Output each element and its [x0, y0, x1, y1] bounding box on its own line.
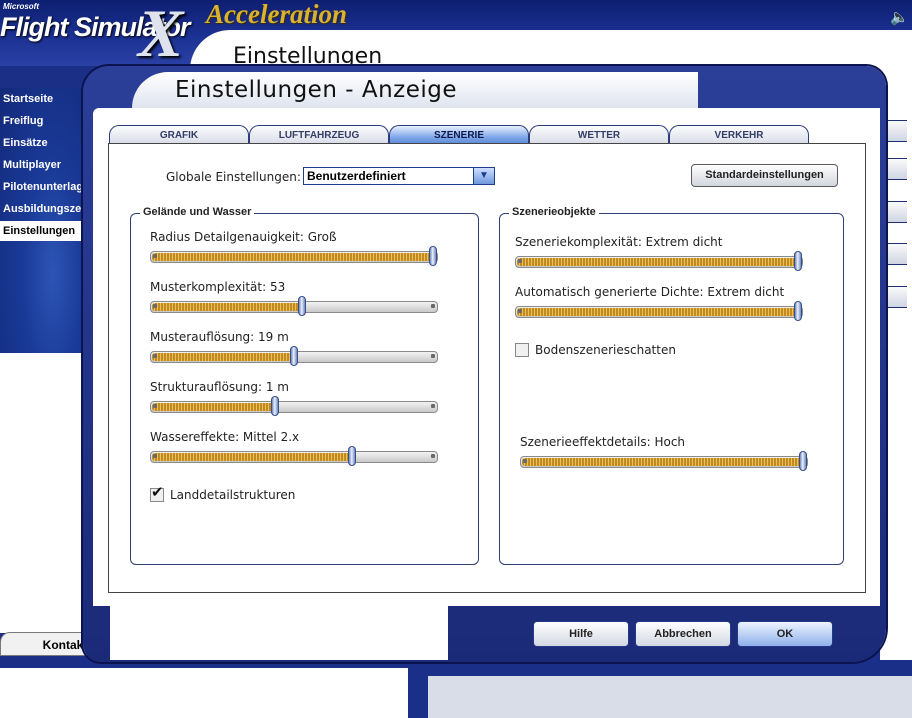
slider-end-marker [153, 304, 157, 308]
bottom-panel-right [428, 676, 912, 718]
slider-end-marker [153, 254, 157, 258]
land-detail-checkbox[interactable]: ✔ [150, 484, 164, 502]
sidebar-lower [0, 353, 88, 633]
ground-shadows-checkbox[interactable]: ✔ [515, 343, 529, 357]
dialog-footer-panel [110, 606, 448, 660]
slider-thumb[interactable] [298, 296, 307, 316]
ground-shadows-label: Bodenszenerieschatten [535, 343, 676, 357]
sidebar-item-einsaetze[interactable]: Einsätze [0, 133, 88, 153]
slider-end-marker [518, 259, 522, 263]
slider-end-marker [431, 354, 435, 358]
slider-end-marker [153, 354, 157, 358]
defaults-button[interactable]: Standardeinstellungen [691, 164, 838, 187]
global-settings-value: Benutzerdefiniert [307, 169, 406, 183]
sidebar-item-multiplayer[interactable]: Multiplayer [0, 155, 88, 175]
mesh-resolution-slider[interactable] [150, 346, 438, 366]
slider-end-marker [431, 454, 435, 458]
water-effects-slider[interactable] [150, 446, 438, 466]
scenery-effects-slider[interactable] [520, 451, 808, 471]
slider-fill [517, 308, 797, 316]
slider-thumb[interactable] [290, 346, 298, 366]
bottom-panel-left [0, 668, 408, 718]
slider-end-marker [523, 459, 527, 463]
texture-resolution-slider[interactable] [150, 396, 438, 416]
scenery-complexity-slider[interactable] [515, 251, 803, 271]
slider-thumb[interactable] [348, 446, 357, 466]
speaker-icon[interactable]: 🔈 [890, 8, 910, 28]
logo-x: X [138, 0, 184, 71]
global-settings-label: Globale Einstellungen: [166, 170, 301, 184]
slider-label: Musterkomplexität: 53 [150, 280, 286, 294]
tab-wetter[interactable]: WETTER [529, 125, 669, 144]
slider-label: Automatisch generierte Dichte: Extrem di… [515, 285, 785, 299]
tab-grafik[interactable]: GRAFIK [109, 125, 249, 144]
slider-thumb[interactable] [270, 396, 279, 416]
dialog-title: Einstellungen - Anzeige [175, 77, 458, 103]
tab-verkehr[interactable]: VERKEHR [669, 125, 809, 144]
ok-button[interactable]: OK [737, 621, 833, 647]
slider-end-marker [431, 404, 435, 408]
sidebar-item-einstellungen[interactable]: Einstellungen [0, 221, 88, 241]
global-settings-select[interactable]: Benutzerdefiniert ▼ [303, 167, 495, 185]
slider-fill [152, 453, 351, 461]
slider-thumb[interactable] [794, 251, 802, 271]
chevron-down-icon[interactable]: ▼ [473, 168, 494, 184]
help-button[interactable]: Hilfe [533, 621, 629, 647]
scenery-group-title: Szenerieobjekte [509, 206, 599, 218]
slider-end-marker [518, 309, 522, 313]
logo-edition: Acceleration [206, 0, 347, 29]
slider-label: Radius Detailgenauigkeit: Groß [150, 230, 337, 244]
slider-thumb[interactable] [794, 301, 802, 321]
autogen-density-slider[interactable] [515, 301, 803, 321]
slider-end-marker [153, 404, 157, 408]
checkmark-icon: ✔ [151, 484, 164, 501]
sidebar-item-startseite[interactable]: Startseite [0, 89, 88, 109]
slider-fill [152, 353, 292, 361]
slider-label: Musterauflösung: 19 m [150, 330, 289, 344]
land-detail-label: Landdetailstrukturen [170, 488, 296, 502]
mesh-complexity-slider[interactable] [150, 296, 438, 316]
slider-fill [152, 253, 432, 261]
slider-fill [517, 258, 797, 266]
slider-label: Wassereffekte: Mittel 2.x [150, 430, 300, 444]
slider-label: Strukturauflösung: 1 m [150, 380, 289, 394]
slider-fill [522, 458, 802, 466]
sidebar-item-freiflug[interactable]: Freiflug [0, 111, 88, 131]
slider-fill [152, 303, 301, 311]
slider-label: Szeneriekomplexität: Extrem dicht [515, 235, 723, 249]
sidebar-item-pilotenunterlagen[interactable]: Pilotenunterlagen [0, 177, 88, 197]
slider-end-marker [153, 454, 157, 458]
slider-thumb[interactable] [429, 246, 437, 266]
slider-label: Szenerieeffektdetails: Hoch [520, 435, 686, 449]
tab-luftfahrzeug[interactable]: LUFTFAHRZEUG [249, 125, 389, 144]
slider-end-marker [431, 304, 435, 308]
slider-fill [152, 403, 273, 411]
tab-szenerie[interactable]: SZENERIE [389, 125, 529, 145]
sidebar-item-ausbildungszentrum[interactable]: Ausbildungszentrum [0, 199, 88, 219]
detail-radius-slider[interactable] [150, 246, 438, 266]
logo-microsoft: Microsoft [3, 2, 39, 11]
terrain-group-title: Gelände und Wasser [140, 206, 255, 218]
slider-thumb[interactable] [799, 451, 807, 471]
cancel-button[interactable]: Abbrechen [635, 621, 731, 647]
